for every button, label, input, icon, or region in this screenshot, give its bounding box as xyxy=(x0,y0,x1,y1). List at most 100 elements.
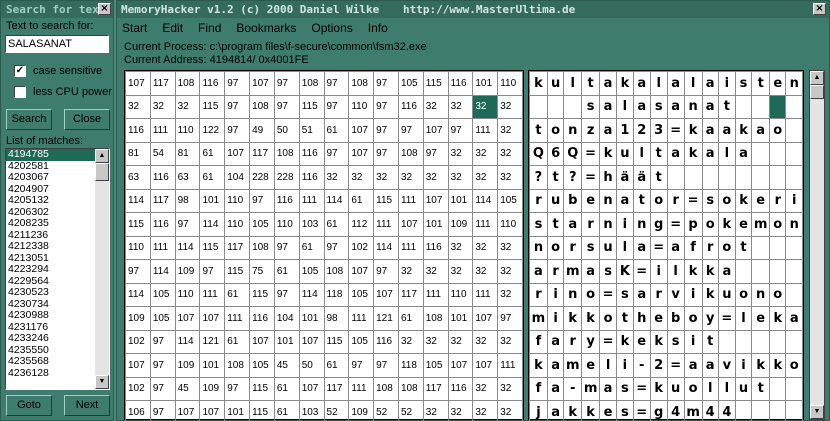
char-cell[interactable]: a xyxy=(701,94,719,119)
scroll-down-icon[interactable]: ▼ xyxy=(810,405,824,419)
hex-cell[interactable]: 101 xyxy=(422,212,449,237)
match-item[interactable]: 4230988 xyxy=(6,309,96,322)
hex-cell[interactable]: 115 xyxy=(323,329,350,354)
char-cell[interactable]: g xyxy=(649,400,668,421)
hex-cell[interactable]: 61 xyxy=(323,118,350,143)
char-cell[interactable]: l xyxy=(616,94,634,119)
char-cell[interactable]: k xyxy=(683,118,703,143)
char-cell[interactable]: e xyxy=(632,329,651,354)
char-cell[interactable]: n xyxy=(632,212,651,237)
char-cell[interactable] xyxy=(785,329,803,354)
hex-cell[interactable]: 32 xyxy=(422,94,449,119)
hex-cell[interactable]: 104 xyxy=(224,165,251,190)
char-cell[interactable]: l xyxy=(666,259,685,284)
char-cell[interactable]: o xyxy=(769,212,787,237)
hex-cell[interactable]: 52 xyxy=(397,400,424,421)
char-cell[interactable]: l xyxy=(616,235,634,260)
char-cell[interactable]: r xyxy=(546,259,565,284)
char-cell[interactable]: k xyxy=(616,329,634,354)
hex-cell[interactable]: 114 xyxy=(298,282,325,307)
char-cell[interactable] xyxy=(666,165,685,190)
hex-cell[interactable]: 103 xyxy=(298,400,325,421)
char-cell[interactable]: k xyxy=(616,71,634,96)
char-cell[interactable]: u xyxy=(666,376,685,401)
char-cell[interactable]: a xyxy=(666,235,685,260)
char-cell[interactable]: k xyxy=(751,353,771,378)
match-item[interactable]: 4235568 xyxy=(6,355,96,368)
char-cell[interactable]: k xyxy=(701,282,719,307)
hex-cell[interactable]: 45 xyxy=(174,376,201,401)
hex-cell[interactable]: 107 xyxy=(397,212,424,237)
hex-cell[interactable]: 114 xyxy=(174,235,201,260)
char-cell[interactable]: e xyxy=(581,188,601,213)
char-cell[interactable]: e xyxy=(751,306,771,331)
hex-cell[interactable]: 116 xyxy=(149,165,176,190)
hex-cell[interactable]: 32 xyxy=(422,165,449,190)
char-cell[interactable]: a xyxy=(785,306,803,331)
hex-cell[interactable]: 54 xyxy=(149,141,176,166)
char-cell[interactable]: o xyxy=(546,118,565,143)
char-cell[interactable]: 3 xyxy=(649,118,668,143)
char-cell[interactable]: a xyxy=(751,118,771,143)
hex-cell[interactable]: 97 xyxy=(174,212,201,237)
hex-cell[interactable]: 115 xyxy=(298,94,325,119)
hex-cell[interactable]: 32 xyxy=(125,94,151,119)
hex-cell[interactable]: 117 xyxy=(397,282,424,307)
hex-cell[interactable]: 61 xyxy=(323,212,350,237)
char-cell[interactable] xyxy=(683,165,703,190)
hex-cell[interactable]: 116 xyxy=(298,141,325,166)
char-cell[interactable]: g xyxy=(649,212,668,237)
char-cell[interactable] xyxy=(751,94,771,119)
char-cell[interactable]: 1 xyxy=(616,118,634,143)
hex-cell[interactable]: 107 xyxy=(472,306,499,331)
hex-cell[interactable]: 32 xyxy=(422,400,449,421)
hex-cell[interactable]: 97 xyxy=(323,141,350,166)
hex-cell[interactable]: 105 xyxy=(497,188,523,213)
char-cell[interactable]: a xyxy=(546,400,565,421)
char-cell[interactable]: 6 xyxy=(546,141,565,166)
char-cell[interactable]: a xyxy=(546,376,565,401)
match-item[interactable]: 4208235 xyxy=(6,217,96,230)
hex-cell[interactable]: 116 xyxy=(447,376,474,401)
char-cell[interactable]: n xyxy=(599,212,618,237)
char-cell[interactable]: e xyxy=(734,212,753,237)
search-window-close-icon[interactable]: × xyxy=(98,3,111,15)
char-cell[interactable]: o xyxy=(683,306,703,331)
hex-cell[interactable]: 107 xyxy=(472,353,499,378)
char-cell[interactable]: = xyxy=(632,376,651,401)
char-cell[interactable]: r xyxy=(666,188,685,213)
char-cell[interactable]: u xyxy=(546,188,565,213)
char-cell[interactable]: ä xyxy=(616,165,634,190)
hex-cell[interactable]: 110 xyxy=(125,235,151,260)
hex-cell[interactable]: 105 xyxy=(348,282,375,307)
char-cell[interactable]: t xyxy=(529,118,548,143)
hex-cell[interactable]: 109 xyxy=(125,306,151,331)
char-cell[interactable]: l xyxy=(734,306,753,331)
char-cell[interactable] xyxy=(717,329,736,354)
hex-cell[interactable]: 32 xyxy=(149,94,176,119)
hex-cell[interactable]: 107 xyxy=(298,376,325,401)
char-cell[interactable] xyxy=(751,235,771,260)
char-cell[interactable]: k xyxy=(734,188,753,213)
hex-cell[interactable]: 32 xyxy=(497,329,523,354)
char-cell[interactable]: n xyxy=(563,282,583,307)
hex-cell[interactable]: 110 xyxy=(497,71,523,96)
hex-cell[interactable]: 111 xyxy=(348,306,375,331)
char-cell[interactable]: k xyxy=(581,306,601,331)
hex-cell[interactable]: 108 xyxy=(348,71,375,96)
char-cell[interactable]: a xyxy=(683,353,703,378)
char-cell[interactable]: K xyxy=(616,259,634,284)
char-cell[interactable]: k xyxy=(581,400,601,421)
hex-cell[interactable]: 32 xyxy=(447,141,474,166)
hex-cell[interactable]: 111 xyxy=(397,235,424,260)
hex-cell[interactable]: 107 xyxy=(125,71,151,96)
char-cell[interactable]: u xyxy=(734,376,753,401)
hex-cell[interactable]: 51 xyxy=(298,118,325,143)
hex-cell[interactable]: 108 xyxy=(422,306,449,331)
hex-cell[interactable]: 116 xyxy=(397,94,424,119)
hex-cell[interactable]: 97 xyxy=(497,306,523,331)
char-cell[interactable]: a xyxy=(599,376,618,401)
hex-cell[interactable]: 102 xyxy=(348,235,375,260)
char-cell[interactable]: u xyxy=(616,141,634,166)
hex-cell[interactable]: 105 xyxy=(422,353,449,378)
